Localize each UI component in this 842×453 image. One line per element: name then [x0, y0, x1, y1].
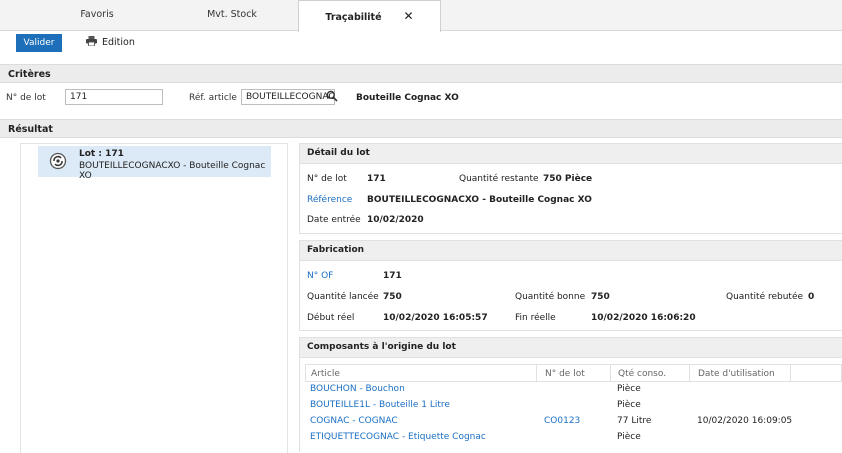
cell-article[interactable]: COGNAC - COGNAC	[310, 416, 398, 431]
qte-bonne-value: 750	[591, 292, 610, 302]
composants-header: Composants à l'origine du lot	[300, 338, 842, 358]
cell-qte: 77 Litre	[617, 416, 652, 426]
col-divider	[790, 365, 791, 381]
qte-rebutee-value: 0	[808, 292, 815, 302]
search-icon[interactable]	[326, 90, 338, 105]
date-entree-value: 10/02/2020	[367, 215, 424, 225]
of-link[interactable]: N° OF	[307, 271, 333, 281]
ref-article-input[interactable]: BOUTEILLECOGNACXO	[241, 89, 335, 105]
table-row[interactable]: BOUTEILLE1L - Bouteille 1 Litre Pièce	[305, 398, 842, 413]
detail-lot-label: N° de lot	[307, 174, 347, 184]
cell-article[interactable]: BOUTEILLE1L - Bouteille 1 Litre	[310, 400, 450, 415]
debut-reel-value: 10/02/2020 16:05:57	[383, 313, 488, 323]
tab-label: Mvt. Stock	[207, 9, 257, 20]
fabrication-header: Fabrication	[300, 241, 842, 261]
col-lot[interactable]: N° de lot	[545, 365, 585, 381]
cell-qte: Pièce	[617, 400, 641, 410]
composants-grid-header: Article N° de lot Qté conso. Date d'util…	[305, 364, 842, 382]
ref-article-description: Bouteille Cognac XO	[356, 93, 459, 103]
lot-input[interactable]: 171	[65, 89, 163, 105]
qte-lancee-label: Quantité lancée	[307, 292, 379, 302]
edition-label: Edition	[102, 37, 135, 48]
table-row[interactable]: COGNAC - COGNAC CO0123 77 Litre 10/02/20…	[305, 414, 842, 429]
qte-bonne-label: Quantité bonne	[515, 292, 586, 302]
reference-link[interactable]: Référence	[307, 195, 352, 205]
ref-article-label: Réf. article	[189, 93, 237, 103]
resultat-header: Résultat	[0, 119, 842, 138]
col-divider	[536, 365, 537, 381]
cell-lot[interactable]: CO0123	[544, 416, 580, 431]
result-tree-panel	[20, 143, 288, 453]
reference-value: BOUTEILLECOGNACXO - Bouteille Cognac XO	[367, 195, 592, 205]
lot-title: Lot : 171	[79, 149, 124, 159]
col-qte[interactable]: Qté conso.	[618, 365, 666, 381]
qte-restante-value: 750 Pièce	[543, 174, 593, 184]
tab-label: Favoris	[80, 9, 114, 20]
lot-subtitle: BOUTEILLECOGNACXO - Bouteille Cognac XO	[79, 161, 266, 181]
col-divider	[689, 365, 690, 381]
valider-button[interactable]: Valider	[16, 34, 62, 52]
cell-qte: Pièce	[617, 384, 641, 394]
detail-lot-value: 171	[367, 174, 386, 184]
table-row[interactable]: BOUCHON - Bouchon Pièce	[305, 382, 842, 397]
lot-icon	[49, 152, 67, 173]
date-entree-label: Date entrée	[307, 215, 361, 225]
cell-article[interactable]: ETIQUETTECOGNAC - Etiquette Cognac	[310, 432, 486, 447]
col-article[interactable]: Article	[311, 365, 340, 381]
col-divider	[610, 365, 611, 381]
cell-date: 10/02/2020 16:09:05	[697, 416, 793, 426]
lot-label: N° de lot	[6, 93, 46, 103]
criteres-header: Critères	[0, 64, 842, 83]
tab-tracabilite[interactable]: Traçabilité ✕	[298, 0, 441, 32]
tab-mvt-stock[interactable]: Mvt. Stock	[195, 0, 269, 30]
fabrication-panel: Fabrication	[299, 240, 842, 331]
cell-qte: Pièce	[617, 432, 641, 442]
fin-reelle-value: 10/02/2020 16:06:20	[591, 313, 696, 323]
of-value: 171	[383, 271, 402, 281]
col-date[interactable]: Date d'utilisation	[698, 365, 775, 381]
edition-button[interactable]: Edition	[86, 34, 135, 52]
table-row[interactable]: ETIQUETTECOGNAC - Etiquette Cognac Pièce	[305, 430, 842, 445]
fin-reelle-label: Fin réelle	[515, 313, 556, 323]
debut-reel-label: Début réel	[307, 313, 355, 323]
qte-restante-label: Quantité restante	[459, 174, 539, 184]
detail-lot-header: Détail du lot	[300, 144, 842, 164]
lot-tree-item[interactable]: Lot : 171 BOUTEILLECOGNACXO - Bouteille …	[38, 146, 271, 181]
ref-article-value: BOUTEILLECOGNACXO	[246, 92, 335, 102]
close-icon[interactable]: ✕	[404, 9, 414, 23]
tab-favoris[interactable]: Favoris	[62, 0, 132, 30]
qte-lancee-value: 750	[383, 292, 402, 302]
qte-rebutee-label: Quantité rebutée	[726, 292, 804, 302]
printer-icon	[86, 35, 97, 47]
tab-label: Traçabilité	[325, 12, 382, 23]
cell-article[interactable]: BOUCHON - Bouchon	[310, 384, 405, 399]
